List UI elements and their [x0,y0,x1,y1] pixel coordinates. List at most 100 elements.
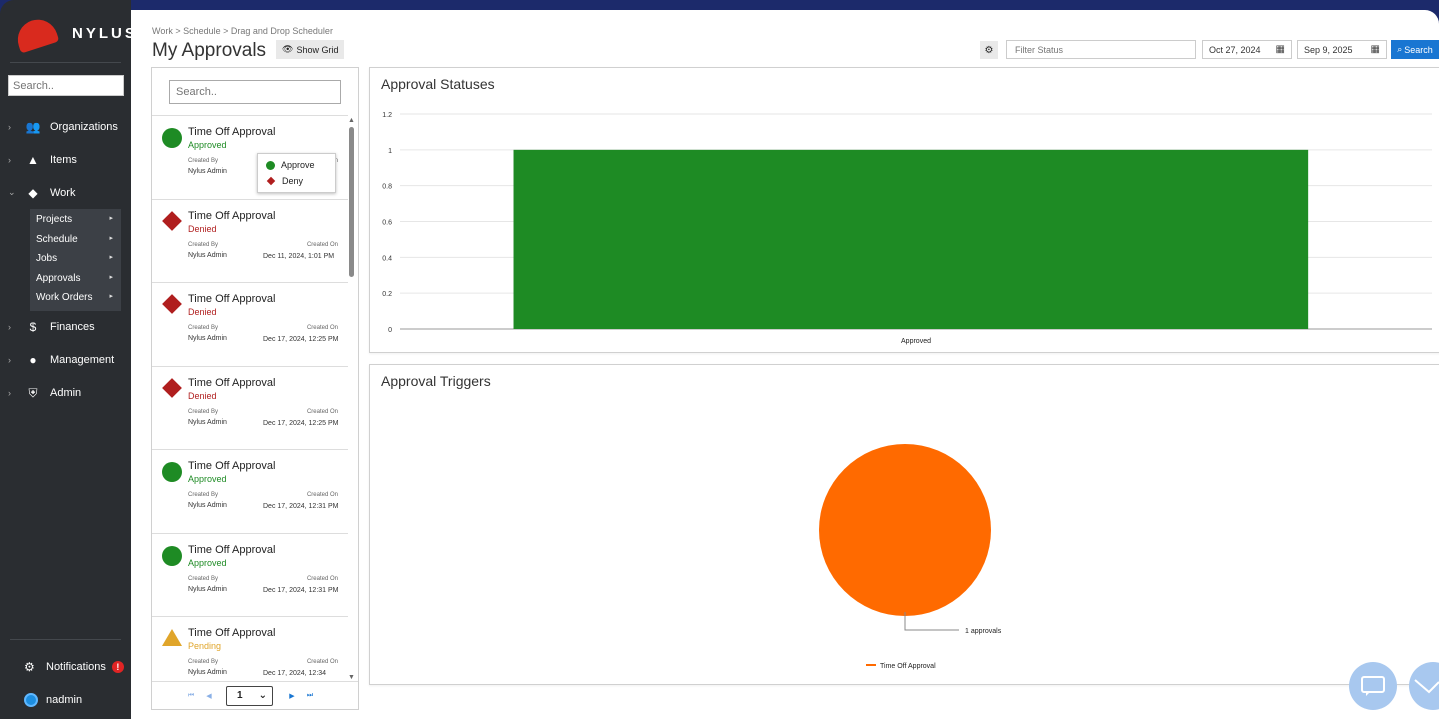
page-select[interactable]: 1 ⌄ [226,685,273,706]
search-button[interactable]: ⌕ Search [1391,40,1439,59]
sidebar-item-admin[interactable]: › ⛨ Admin [0,377,131,410]
notifications-button[interactable]: ⚙ Notifications ! [24,660,124,674]
legend-label: Time Off Approval [880,663,936,670]
brand-name: NYLUS [72,25,131,42]
chevron-right-icon: › [8,388,11,398]
chevron-right-icon: › [8,121,11,132]
list-item[interactable]: Time Off Approval Approved Created By Ny… [152,449,348,533]
list-search-input[interactable] [169,80,341,104]
approval-status: Denied [188,390,217,401]
sidebar-item-items[interactable]: › ▲ Items [0,143,131,176]
list-item[interactable]: Time Off Approval Approved Created By Ny… [152,532,348,617]
submenu-item-schedule[interactable]: Schedule ▸ [30,231,121,251]
y-tick-label: 0 [388,327,392,334]
sidebar-item-label: Items [50,153,77,166]
eye-icon: 👁 [282,44,294,54]
created-by-label: Created By [188,241,219,248]
created-by-label: Created By [188,659,219,665]
approval-status: Approved [188,140,227,150]
scroll-up-icon[interactable]: ▲ [348,117,355,124]
pagination: ⏮ ◀ 1 ⌄ ▶ ⏭ [152,681,358,709]
list-item[interactable]: Time Off Approval Denied Created By Nylu… [152,282,348,366]
notification-badge: ! [111,661,124,673]
sidebar-search-input[interactable] [8,75,124,96]
date-from-field[interactable]: Oct 27, 2024 ▦ [1202,40,1292,59]
created-by-value: Nylus Admin [188,168,227,175]
user-icon: ● [29,353,37,367]
approve-menu-item[interactable]: Approve [258,157,335,173]
submenu-item-projects[interactable]: Projects ▸ [30,211,121,231]
created-on-value: Dec 17, 2024, 12:25 PM [263,419,339,427]
sidebar-item-finances[interactable]: › $ Finances [0,311,131,344]
search-button-label: Search [1404,44,1433,55]
caret-right-icon: ▸ [109,234,113,242]
show-grid-button[interactable]: 👁 Show Grid [276,40,345,59]
sidebar-item-organizations[interactable]: › 👥 Organizations [0,110,131,143]
pie-slice [819,444,991,616]
message-button[interactable] [1409,662,1439,710]
date-to-value: Sep 9, 2025 [1304,44,1353,55]
nylus-logo[interactable]: NYLUS [12,14,131,54]
sidebar-item-management[interactable]: › ● Management [0,344,131,377]
sidebar-item-work[interactable]: ⌄ ◆ Work [0,176,131,209]
approvals-list[interactable]: Time Off Approval Approved Created By Ny… [152,115,358,681]
created-by-value: Nylus Admin [188,418,227,426]
created-by-label: Created By [188,492,219,498]
created-by-label: Created By [188,325,219,331]
date-to-field[interactable]: Sep 9, 2025 ▦ [1297,40,1387,59]
created-on-value: Dec 11, 2024, 1:01 PM [263,252,335,260]
scroll-down-icon[interactable]: ▼ [348,674,355,681]
submenu-item-approvals[interactable]: Approvals ▸ [30,270,121,290]
caret-right-icon: ▸ [109,273,113,281]
chat-icon [1361,676,1385,696]
list-scrollbar[interactable]: ▲ ▼ [347,115,356,681]
breadcrumb[interactable]: Work > Schedule > Drag and Drop Schedule… [152,26,333,36]
chevron-down-icon: ⌄ [258,690,267,701]
approval-triggers-chart: 1 approvals Time Off Approval [819,444,1002,670]
caret-right-icon: ▸ [109,254,113,261]
approvals-list-panel: Time Off Approval Approved Created By Ny… [151,67,359,710]
approval-statuses-chart: 0 0.2 0.4 0.6 0.8 1 1.2 Approved [382,112,1432,345]
filter-status-input[interactable] [1006,40,1196,59]
page-title: My Approvals [152,40,267,61]
avatar [24,693,38,707]
list-item[interactable]: Time Off Approval Pending Created By Nyl… [152,616,348,681]
submenu-item-work-orders[interactable]: Work Orders ▸ [30,289,121,309]
date-from-value: Oct 27, 2024 [1209,44,1261,55]
x-tick-label: Approved [901,338,931,345]
approval-status: Denied [188,223,217,234]
created-on-value: Dec 17, 2024, 12:25 PM [263,336,339,343]
approval-title: Time Off Approval [188,627,276,639]
approval-title: Time Off Approval [188,209,276,222]
y-tick-label: 0.6 [382,220,392,227]
list-item[interactable]: Time Off Approval Denied Created By Nylu… [152,198,348,283]
calendar-icon[interactable]: ▦ [1276,44,1285,55]
denied-status-icon [266,176,276,186]
created-on-value: Dec 17, 2024, 12:31 PM [263,503,339,510]
show-grid-label: Show Grid [296,44,339,55]
settings-button[interactable]: ⚙ [980,41,998,59]
next-page-icon[interactable]: ▶ [283,692,301,700]
approval-status: Pending [188,641,222,651]
gear-icon: ⚙ [24,660,35,674]
page-select-value: 1 [237,690,243,701]
approval-triggers-panel: Approval Triggers 1 approvals Time Off Ap… [369,364,1439,685]
list-item[interactable]: Time Off Approval Denied Created By Nylu… [152,365,348,450]
first-page-icon[interactable]: ⏮ [182,692,200,700]
user-menu[interactable]: nadmin [24,693,82,707]
prev-page-icon[interactable]: ◀ [200,692,218,700]
calendar-icon[interactable]: ▦ [1371,44,1380,55]
created-on-value: Dec 17, 2024, 12:34 [263,670,327,677]
sidebar-item-label: Work [50,186,76,199]
created-by-value: Nylus Admin [188,585,227,593]
dollar-icon: $ [29,320,37,334]
deny-menu-item[interactable]: Deny [258,173,335,189]
submenu-item-jobs[interactable]: Jobs ▸ [30,250,121,270]
last-page-icon[interactable]: ⏭ [301,692,319,700]
y-tick-label: 0.2 [382,291,392,298]
hardhat-icon [12,14,60,54]
search-icon: ⌕ [1397,44,1403,54]
chat-button[interactable] [1349,662,1397,710]
scrollbar-thumb[interactable] [349,127,354,277]
box-hand-icon: ▲ [27,152,39,167]
